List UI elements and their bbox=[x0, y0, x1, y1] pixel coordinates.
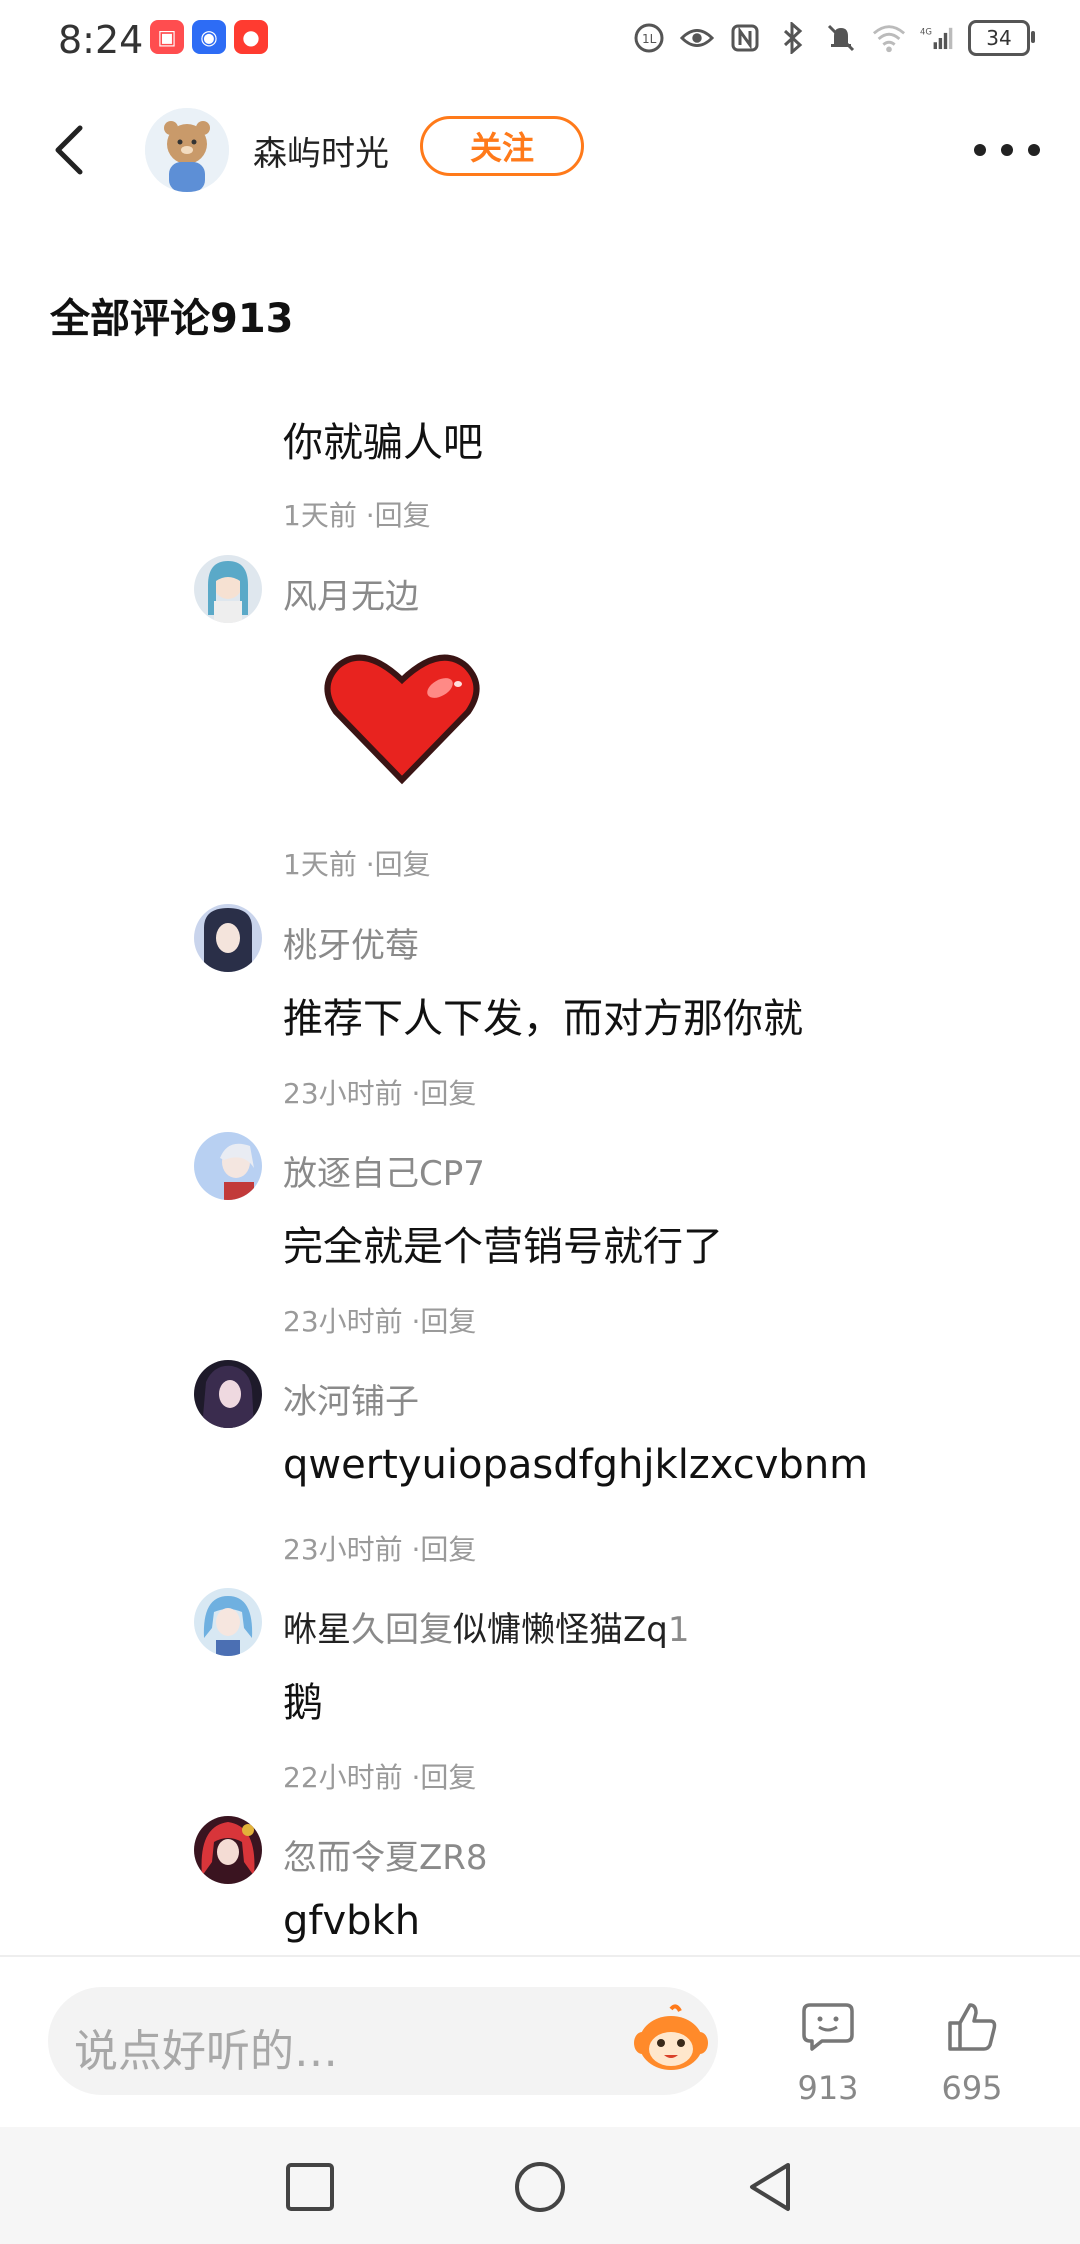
news-app-icon: ● bbox=[234, 20, 268, 54]
heart-sticker bbox=[322, 650, 482, 790]
mute-icon bbox=[824, 21, 858, 55]
commenter-avatar[interactable] bbox=[194, 1816, 262, 1884]
bluetooth-icon bbox=[776, 21, 810, 55]
comment-meta[interactable]: 23小时前 ·回复 bbox=[283, 1300, 476, 1340]
status-time: 8:24 bbox=[58, 18, 144, 62]
reply-header: 咻星久回复似慵懒怪猫Zq1 bbox=[283, 1602, 690, 1651]
comment-text: qwertyuiopasdfghjklzxcvbnm bbox=[283, 1442, 869, 1488]
square-icon bbox=[286, 2163, 334, 2211]
battery-indicator: 34 bbox=[968, 20, 1035, 56]
comment-input-placeholder: 说点好听的… bbox=[74, 2026, 338, 2077]
notification-icons: ▣ ◉ ● bbox=[150, 20, 268, 54]
commenter-avatar[interactable] bbox=[194, 1132, 262, 1200]
comment-text: 鹅 bbox=[283, 1680, 323, 1726]
reply-target-name[interactable]: 似慵懒怪猫Zq bbox=[453, 1610, 668, 1650]
heart-icon bbox=[324, 654, 480, 785]
commenter-avatar[interactable] bbox=[194, 555, 262, 623]
bottom-action-bar: 说点好听的… 913 695 bbox=[0, 1957, 1080, 2127]
comment-meta[interactable]: 1天前 ·回复 bbox=[283, 494, 431, 534]
comment-text: gfvbkh bbox=[283, 1898, 421, 1944]
commenter-name[interactable]: 冰河铺子 bbox=[283, 1374, 419, 1423]
comment-text: 推荐下人下发，而对方那你就 bbox=[283, 996, 803, 1042]
more-options-button[interactable] bbox=[974, 130, 1040, 170]
emoji-mascot-button[interactable] bbox=[632, 2003, 710, 2075]
recents-button[interactable] bbox=[282, 2159, 338, 2215]
commenter-avatar[interactable] bbox=[194, 1360, 262, 1428]
system-icons: 1L 4G 34 bbox=[632, 20, 1035, 56]
commenter-name[interactable]: 放逐自己CP7 bbox=[283, 1146, 485, 1195]
comment-bubble-icon bbox=[802, 2003, 854, 2051]
status-bar: 8:24 ▣ ◉ ● 1L 4G 34 bbox=[0, 0, 1080, 84]
triangle-back-icon bbox=[750, 2163, 790, 2211]
comment-meta[interactable]: 23小时前 ·回复 bbox=[283, 1528, 476, 1568]
back-nav-button[interactable] bbox=[742, 2159, 798, 2215]
wifi-icon bbox=[872, 21, 906, 55]
commenter-avatar[interactable] bbox=[194, 332, 262, 372]
bulb-app-icon: ◉ bbox=[192, 20, 226, 54]
comment-meta[interactable]: 23小时前 ·回复 bbox=[283, 1072, 476, 1112]
commenter-name[interactable]: 忽而令夏ZR8 bbox=[283, 1830, 488, 1879]
svg-text:4G: 4G bbox=[920, 28, 932, 38]
more-dot-icon bbox=[1001, 144, 1013, 156]
svg-text:1L: 1L bbox=[642, 32, 657, 46]
back-button[interactable] bbox=[50, 122, 90, 178]
comment-meta[interactable]: 22小时前 ·回复 bbox=[283, 1756, 476, 1796]
mascot-icon bbox=[634, 2004, 708, 2070]
nfc-icon bbox=[728, 21, 762, 55]
notes-app-icon: ▣ bbox=[150, 20, 184, 54]
comment-count: 913 bbox=[797, 2069, 859, 2107]
comments-section-title: 全部评论913 bbox=[50, 296, 294, 342]
comments-button[interactable]: 913 bbox=[783, 1999, 873, 2107]
commenter-avatar[interactable] bbox=[194, 904, 262, 972]
commenter-name[interactable]: 风月无边 bbox=[283, 569, 419, 618]
reply-label: 久回复 bbox=[351, 1610, 453, 1650]
like-count: 695 bbox=[941, 2069, 1003, 2107]
home-button[interactable] bbox=[512, 2159, 568, 2215]
system-nav-bar bbox=[0, 2127, 1080, 2244]
reply-target-suffix: 1 bbox=[667, 1610, 690, 1650]
back-arrow-icon bbox=[55, 125, 83, 175]
commenter-name[interactable]: 咻星 bbox=[283, 1610, 351, 1650]
more-dot-icon bbox=[1028, 144, 1040, 156]
like-button[interactable]: 695 bbox=[927, 1999, 1017, 2107]
commenter-name[interactable]: 桃牙优莓 bbox=[283, 918, 419, 967]
comment-meta[interactable]: 1天前 ·回复 bbox=[283, 843, 431, 883]
signal-icon: 4G bbox=[920, 21, 954, 55]
eye-icon bbox=[680, 21, 714, 55]
comment-text: 你就骗人吧 bbox=[283, 420, 483, 466]
circle-icon bbox=[515, 2162, 565, 2212]
author-name[interactable]: 森屿时光 bbox=[253, 126, 389, 175]
comment-text: 完全就是个营销号就行了 bbox=[283, 1224, 723, 1270]
follow-button[interactable]: 关注 bbox=[420, 116, 584, 176]
commenter-avatar[interactable] bbox=[194, 1588, 262, 1656]
hd-icon: 1L bbox=[632, 21, 666, 55]
post-header: 森屿时光 关注 bbox=[0, 100, 1080, 200]
more-dot-icon bbox=[974, 144, 986, 156]
thumbs-up-icon bbox=[948, 2003, 997, 2051]
author-avatar[interactable] bbox=[145, 108, 229, 192]
comment-input[interactable]: 说点好听的… bbox=[48, 1987, 718, 2095]
